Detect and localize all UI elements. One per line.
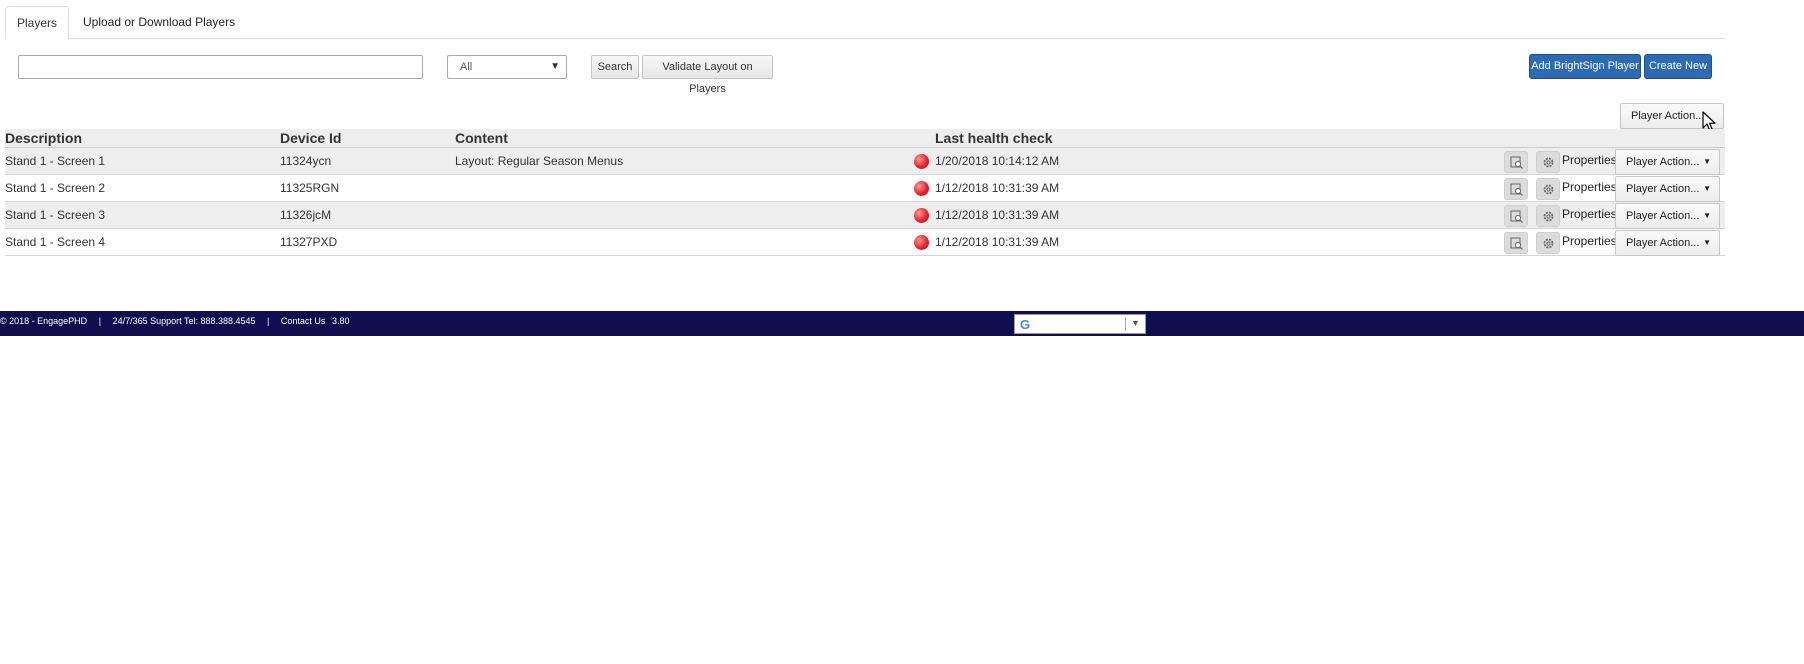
footer-version: 3.80	[331, 316, 350, 326]
preview-icon	[1510, 183, 1523, 196]
translate-divider	[1125, 317, 1126, 331]
status-dot-icon	[914, 208, 929, 223]
properties-link[interactable]: Properties	[1562, 207, 1617, 221]
cell-last-health-check: 1/12/2018 10:31:39 AM	[935, 235, 1060, 249]
preview-button[interactable]	[1504, 178, 1528, 200]
gear-icon	[1543, 157, 1554, 168]
search-button[interactable]: Search	[591, 55, 639, 79]
table-row: Stand 1 - Screen 3 11326jcM 1/12/2018 10…	[5, 202, 1725, 229]
cell-last-health-check: 1/20/2018 10:14:12 AM	[935, 154, 1060, 168]
caret-down-icon: ▼	[1703, 211, 1711, 220]
caret-down-icon: ▼	[1703, 157, 1711, 166]
cell-content: Layout: Regular Season Menus	[455, 154, 624, 168]
cell-description: Stand 1 - Screen 1	[5, 154, 106, 168]
properties-link[interactable]: Properties	[1562, 153, 1617, 167]
footer-bar: © 2018 - EngagePHD | 24/7/365 Support Te…	[0, 311, 1804, 336]
footer-copyright: © 2018 - EngagePHD	[0, 316, 88, 326]
bulk-player-action-label: Player Action...	[1631, 110, 1705, 122]
gear-icon	[1543, 238, 1554, 249]
add-brightsign-player-button[interactable]: Add BrightSign Player	[1529, 54, 1641, 79]
google-translate-select[interactable]: G ▼	[1014, 314, 1146, 334]
settings-button[interactable]	[1536, 151, 1560, 173]
preview-icon	[1510, 210, 1523, 223]
player-action-label: Player Action...	[1626, 156, 1700, 168]
google-g-icon: G	[1020, 317, 1031, 332]
footer-divider: |	[267, 316, 270, 326]
header-description[interactable]: Description	[5, 130, 82, 146]
caret-down-icon: ▼	[1703, 238, 1711, 247]
player-action-label: Player Action...	[1626, 210, 1700, 222]
validate-layout-button[interactable]: Validate Layout on Players	[642, 55, 773, 95]
settings-button[interactable]	[1536, 178, 1560, 200]
caret-down-icon: ▼	[550, 61, 560, 72]
cell-description: Stand 1 - Screen 4	[5, 235, 106, 249]
caret-down-icon: ▼	[1131, 318, 1140, 328]
cell-device-id: 11325RGN	[280, 181, 340, 195]
preview-button[interactable]	[1504, 232, 1528, 254]
player-action-button[interactable]: Player Action... ▼	[1615, 176, 1720, 202]
status-dot-icon	[914, 235, 929, 250]
player-action-button[interactable]: Player Action... ▼	[1615, 149, 1720, 175]
cell-last-health-check: 1/12/2018 10:31:39 AM	[935, 208, 1060, 222]
header-content[interactable]: Content	[455, 130, 508, 146]
footer-divider: |	[98, 316, 102, 326]
properties-link[interactable]: Properties	[1562, 234, 1617, 248]
filter-select[interactable]: All ▼	[447, 55, 567, 79]
create-new-button[interactable]: Create New	[1644, 54, 1712, 79]
preview-icon	[1510, 156, 1523, 169]
status-dot-icon	[914, 154, 929, 169]
properties-link[interactable]: Properties	[1562, 180, 1617, 194]
player-action-button[interactable]: Player Action... ▼	[1615, 230, 1720, 256]
preview-button[interactable]	[1504, 205, 1528, 227]
cell-device-id: 11327PXD	[280, 235, 338, 249]
cell-description: Stand 1 - Screen 3	[5, 208, 106, 222]
header-device-id[interactable]: Device Id	[280, 130, 341, 146]
footer-info: © 2018 - EngagePHD | 24/7/365 Support Te…	[0, 316, 358, 326]
status-dot-icon	[914, 181, 929, 196]
tab-players[interactable]: Players	[5, 6, 69, 40]
settings-button[interactable]	[1536, 232, 1560, 254]
player-action-label: Player Action...	[1626, 237, 1700, 249]
cell-last-health-check: 1/12/2018 10:31:39 AM	[935, 181, 1060, 195]
player-action-button[interactable]: Player Action... ▼	[1615, 203, 1720, 229]
table-row: Stand 1 - Screen 4 11327PXD 1/12/2018 10…	[5, 229, 1725, 256]
settings-button[interactable]	[1536, 205, 1560, 227]
cell-description: Stand 1 - Screen 2	[5, 181, 106, 195]
filter-selected-value: All	[460, 61, 473, 73]
table-row: Stand 1 - Screen 2 11325RGN 1/12/2018 10…	[5, 175, 1725, 202]
header-last-health-check[interactable]: Last health check	[935, 130, 1053, 146]
gear-icon	[1543, 211, 1554, 222]
table-header: Description Device Id Content Last healt…	[5, 129, 1725, 148]
cell-device-id: 11326jcM	[280, 208, 332, 222]
cell-device-id: 11324ycn	[280, 154, 332, 168]
preview-button[interactable]	[1504, 151, 1528, 173]
contact-us-link[interactable]: Contact Us	[281, 316, 326, 326]
player-action-label: Player Action...	[1626, 183, 1700, 195]
table-row: Stand 1 - Screen 1 11324ycn Layout: Regu…	[5, 148, 1725, 175]
gear-icon	[1543, 184, 1554, 195]
tab-upload-download-players[interactable]: Upload or Download Players	[83, 6, 235, 39]
footer-support: 24/7/365 Support Tel: 888.388.4545	[112, 316, 256, 326]
preview-icon	[1510, 237, 1523, 250]
search-input[interactable]	[18, 55, 423, 79]
tab-bar: Players Upload or Download Players	[5, 6, 1725, 40]
caret-down-icon: ▼	[1703, 184, 1711, 193]
